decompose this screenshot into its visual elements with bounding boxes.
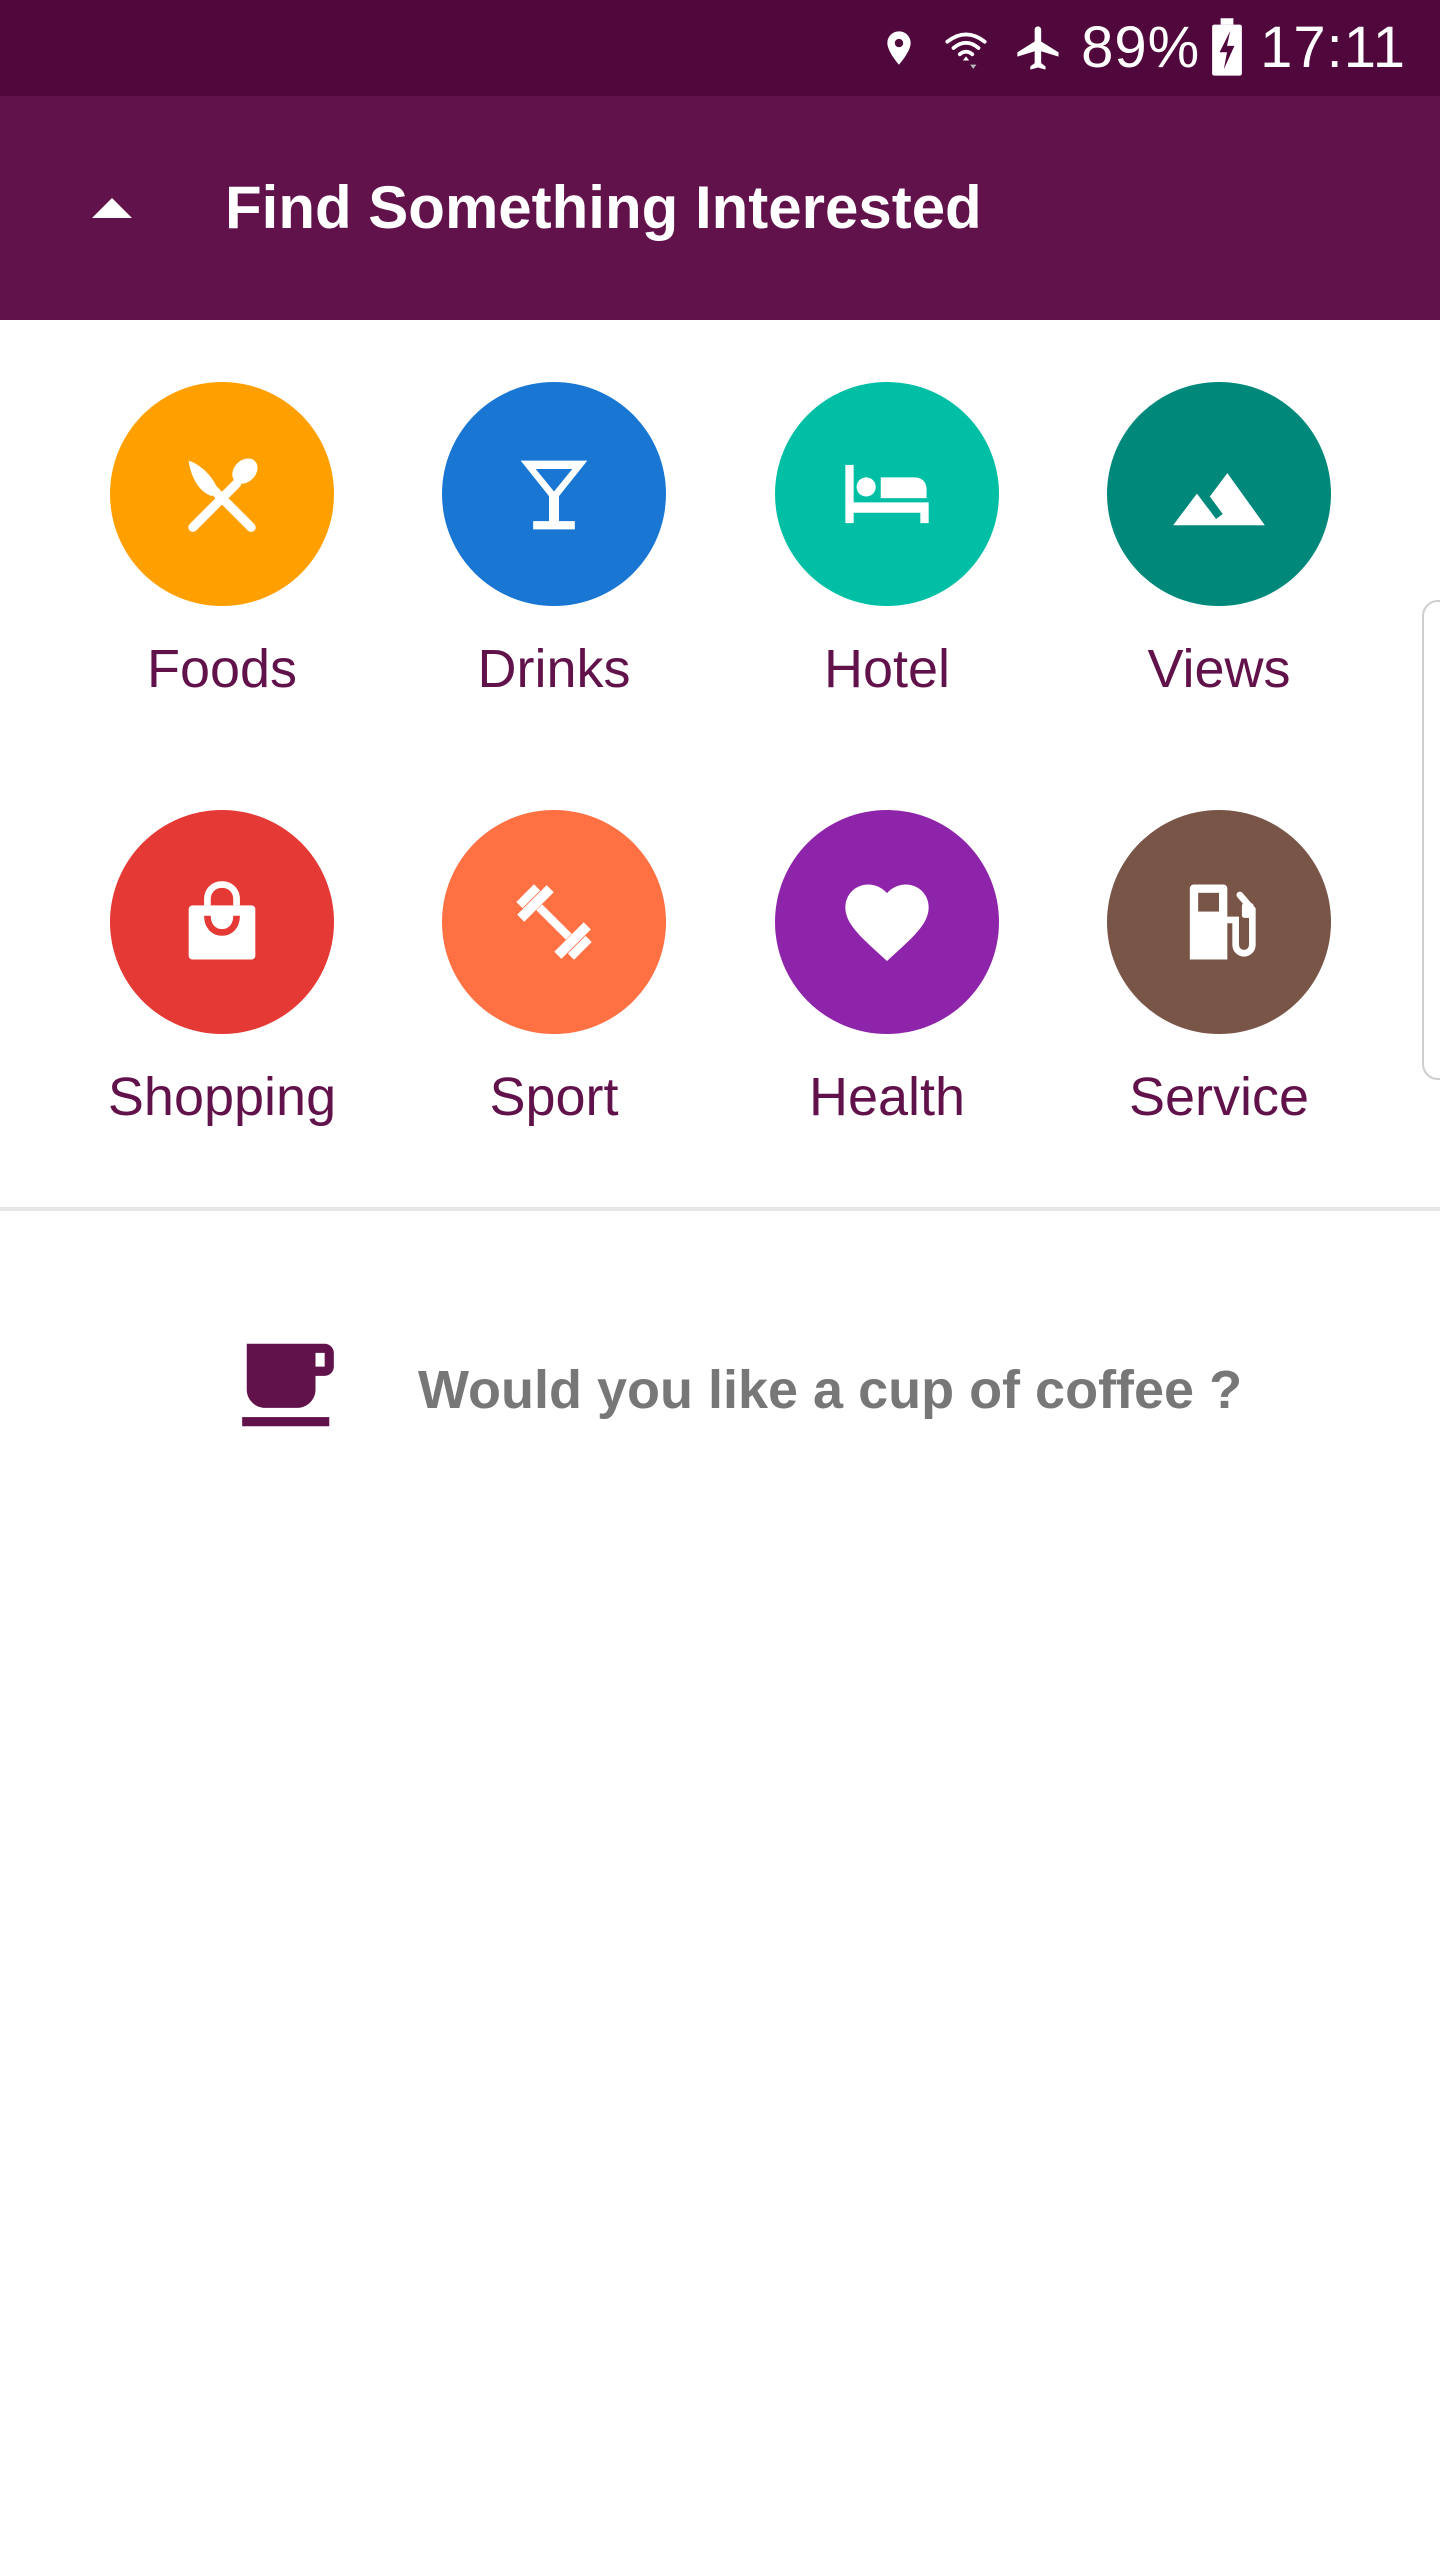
category-circle bbox=[110, 810, 334, 1034]
location-icon bbox=[887, 31, 911, 65]
category-label: Views bbox=[1147, 639, 1291, 699]
divider bbox=[0, 1207, 1440, 1211]
landscape-icon bbox=[1173, 473, 1265, 526]
category-circle bbox=[110, 382, 334, 606]
status-icons: 89% 17:11 bbox=[857, 0, 1406, 96]
coffee-prompt-text: Would you like a cup of coffee ? bbox=[418, 1360, 1243, 1420]
category-shopping[interactable]: Shopping bbox=[56, 748, 388, 1128]
category-hotel[interactable]: Hotel bbox=[721, 320, 1053, 700]
bed-icon bbox=[845, 464, 929, 524]
category-label: Sport bbox=[489, 1067, 619, 1127]
triangle-up-icon bbox=[92, 198, 132, 218]
category-label: Shopping bbox=[107, 1067, 337, 1127]
category-health[interactable]: Health bbox=[721, 748, 1053, 1128]
category-label: Foods bbox=[146, 639, 298, 699]
category-circle bbox=[775, 382, 999, 606]
wifi-icon bbox=[945, 32, 987, 69]
heart-icon bbox=[845, 884, 929, 961]
category-circle bbox=[1107, 382, 1331, 606]
category-circle bbox=[1107, 810, 1331, 1034]
battery-percent: 89% bbox=[1081, 15, 1201, 80]
category-circle bbox=[442, 810, 666, 1034]
category-label: Drinks bbox=[477, 639, 631, 699]
screen: 89% 17:11 Find Something Interested Food… bbox=[0, 0, 1440, 2560]
coffee-suggestion[interactable]: Would you like a cup of coffee ? bbox=[230, 1330, 1242, 1450]
category-label: Health bbox=[808, 1067, 966, 1127]
side-panel-handle[interactable] bbox=[1422, 600, 1440, 1080]
category-grid: Foods Drinks Hotel Views Shopping Sport … bbox=[0, 320, 1440, 1208]
category-foods[interactable]: Foods bbox=[56, 320, 388, 700]
cocktail-icon bbox=[520, 460, 588, 530]
category-circle bbox=[775, 810, 999, 1034]
dumbbell-icon bbox=[516, 884, 592, 960]
utensils-icon bbox=[188, 458, 258, 532]
category-service[interactable]: Service bbox=[1053, 748, 1385, 1128]
category-label: Hotel bbox=[823, 639, 951, 699]
coffee-cup-icon bbox=[242, 1343, 334, 1427]
category-sport[interactable]: Sport bbox=[388, 748, 720, 1128]
app-bar: Find Something Interested bbox=[0, 96, 1440, 320]
status-bar: 89% 17:11 bbox=[0, 0, 1440, 96]
battery-charging-icon bbox=[1212, 18, 1243, 76]
page-title: Find Something Interested bbox=[225, 174, 982, 241]
status-time: 17:11 bbox=[1260, 15, 1406, 80]
shopping-bag-icon bbox=[188, 881, 256, 960]
gas-station-icon bbox=[1189, 884, 1256, 960]
collapse-button[interactable] bbox=[62, 158, 162, 258]
category-views[interactable]: Views bbox=[1053, 320, 1385, 700]
category-drinks[interactable]: Drinks bbox=[388, 320, 720, 700]
airplane-icon bbox=[1017, 26, 1059, 70]
category-label: Service bbox=[1128, 1067, 1310, 1127]
category-circle bbox=[442, 382, 666, 606]
